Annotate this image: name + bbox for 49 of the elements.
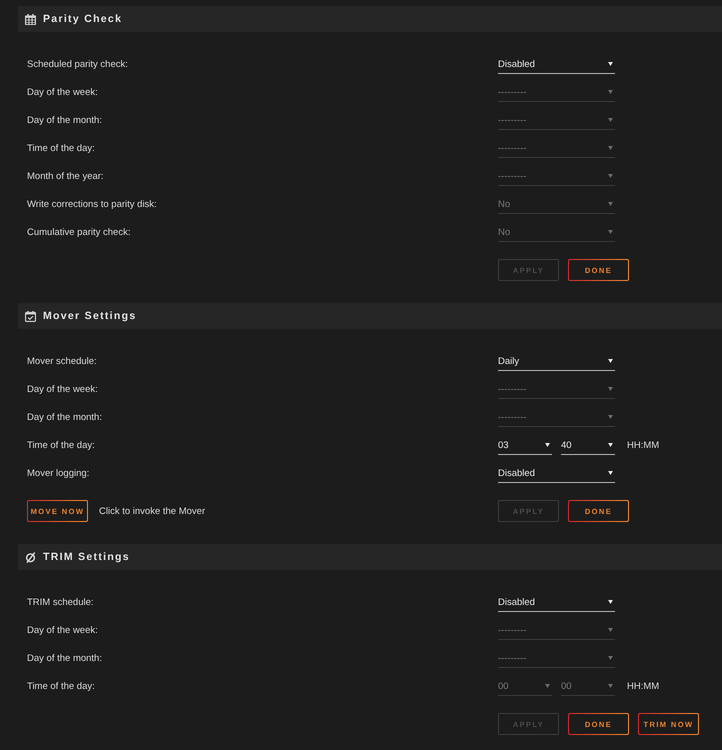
field-label: Mover schedule:	[27, 356, 98, 366]
field-label: TRIM schedule:	[27, 596, 95, 608]
caret-icon	[608, 656, 613, 660]
field-label: Mover logging:	[27, 468, 90, 478]
section-title: TRIM Settings	[43, 551, 130, 563]
section-title: Mover Settings	[43, 310, 136, 322]
circle-slash-icon	[25, 552, 36, 562]
field-label: Day of the month:	[27, 114, 103, 126]
field-label: Scheduled parity check:	[27, 58, 129, 70]
field-label: Day of the month:	[27, 412, 103, 422]
field-label: Time of the day:	[27, 680, 96, 692]
field-label: Write corrections to parity disk:	[27, 198, 158, 210]
time-format-label: HH:MM	[627, 680, 660, 692]
hint-text: Click to invoke the Mover	[99, 506, 206, 516]
dropdown[interactable]: 03	[498, 436, 552, 454]
dropdown[interactable]: Disabled	[498, 464, 615, 482]
dropdown[interactable]: 40	[561, 436, 615, 454]
caret-icon	[608, 387, 613, 391]
caret-icon	[608, 415, 613, 419]
dropdown[interactable]: Daily	[498, 352, 615, 370]
calendar-check-icon	[25, 310, 36, 322]
dropdown[interactable]: Disabled	[498, 54, 615, 74]
caret-icon	[608, 118, 613, 122]
caret-icon	[608, 684, 613, 688]
caret-icon	[608, 471, 613, 475]
caret-icon	[608, 202, 613, 206]
time-format-label: HH:MM	[627, 440, 660, 450]
field-label: Cumulative parity check:	[27, 226, 132, 238]
field-label: Day of the month:	[27, 652, 103, 664]
field-label: Time of the day:	[27, 440, 96, 450]
field-label: Month of the year:	[27, 170, 105, 182]
caret-icon	[545, 443, 550, 447]
field-label: Time of the day:	[27, 142, 96, 154]
caret-icon	[545, 684, 550, 688]
caret-icon	[608, 146, 613, 150]
field-label: Day of the week:	[27, 624, 99, 636]
section-title: Parity Check	[43, 13, 122, 25]
dropdown[interactable]: Disabled	[498, 592, 615, 612]
calendar-icon	[25, 14, 36, 24]
caret-icon	[608, 359, 613, 363]
caret-icon	[608, 62, 613, 66]
caret-icon	[608, 600, 613, 604]
field-label: Day of the week:	[27, 86, 99, 98]
caret-icon	[608, 174, 613, 178]
caret-icon	[608, 230, 613, 234]
caret-icon	[608, 90, 613, 94]
field-label: Day of the week:	[27, 384, 99, 394]
caret-icon	[608, 628, 613, 632]
caret-icon	[608, 443, 613, 447]
